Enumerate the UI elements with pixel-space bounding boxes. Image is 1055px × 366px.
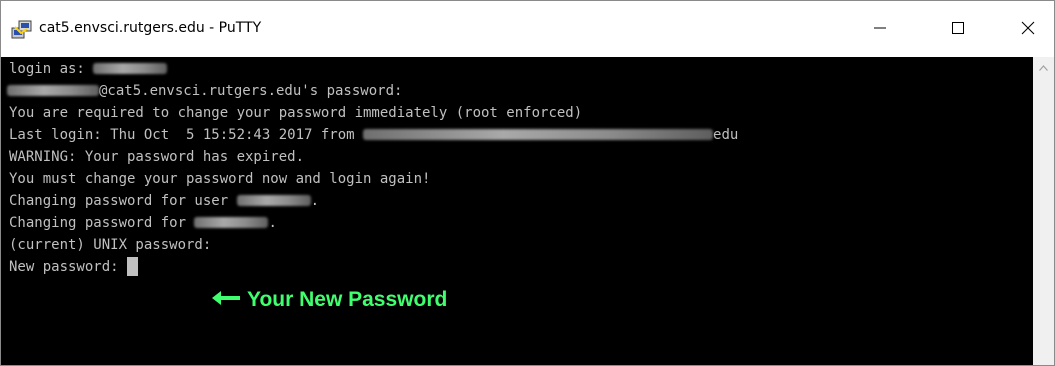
vertical-scrollbar[interactable] — [1033, 57, 1054, 365]
terminal-line-warning: WARNING: Your password has expired. — [9, 149, 305, 165]
changing-dot: . — [268, 215, 277, 231]
title-bar[interactable]: cat5.envsci.rutgers.edu - PuTTY — [1, 1, 1054, 57]
password-prompt: @cat5.envsci.rutgers.edu's password: — [99, 83, 403, 99]
terminal-line-changing: Changing password for . — [9, 213, 277, 233]
putty-window: cat5.envsci.rutgers.edu - PuTTY login as… — [0, 0, 1055, 366]
text-cursor — [127, 257, 139, 276]
terminal-line-password-prompt: @cat5.envsci.rutgers.edu's password: — [7, 81, 403, 101]
last-login-text: Last login: Thu Oct 5 15:52:43 2017 from — [9, 127, 364, 143]
close-icon — [1021, 20, 1035, 39]
new-password-prompt: New password: — [9, 259, 128, 275]
changing-text: Changing password for — [9, 215, 195, 231]
putty-icon[interactable] — [11, 19, 33, 41]
hostname-suffix: edu — [713, 127, 739, 143]
redacted-hostname — [363, 128, 714, 140]
terminal-line-new-password[interactable]: New password: — [9, 257, 139, 277]
changing-user-dot: . — [310, 193, 320, 209]
window-title: cat5.envsci.rutgers.edu - PuTTY — [39, 20, 262, 36]
terminal-line-login: login as: — [9, 59, 168, 79]
terminal-line-current-password: (current) UNIX password: — [9, 237, 212, 253]
left-arrow-icon — [211, 288, 247, 312]
redacted-username — [236, 194, 311, 206]
login-prompt: login as: — [9, 61, 94, 77]
scroll-up-button[interactable] — [1033, 57, 1054, 74]
terminal-line-changing-user: Changing password for user . — [9, 191, 319, 211]
redacted-username — [194, 216, 269, 228]
minimize-icon — [873, 20, 887, 39]
redacted-username — [93, 62, 168, 74]
terminal-area[interactable]: login as: @cat5.envsci.rutgers.edu's pas… — [1, 57, 1033, 365]
annotation-label: Your New Password — [247, 288, 448, 311]
terminal-line-must-change: You must change your password now and lo… — [9, 171, 431, 187]
terminal-line-required-change: You are required to change your password… — [9, 105, 583, 121]
changing-user-text: Changing password for user — [9, 193, 237, 209]
close-button[interactable] — [1005, 7, 1051, 51]
new-password-annotation: Your New Password — [211, 288, 447, 312]
minimize-button[interactable] — [857, 7, 903, 51]
chevron-up-icon — [1039, 56, 1048, 75]
maximize-button[interactable] — [935, 7, 981, 51]
redacted-username — [7, 84, 99, 96]
terminal-line-last-login: Last login: Thu Oct 5 15:52:43 2017 from… — [9, 125, 738, 145]
maximize-icon — [951, 20, 965, 39]
